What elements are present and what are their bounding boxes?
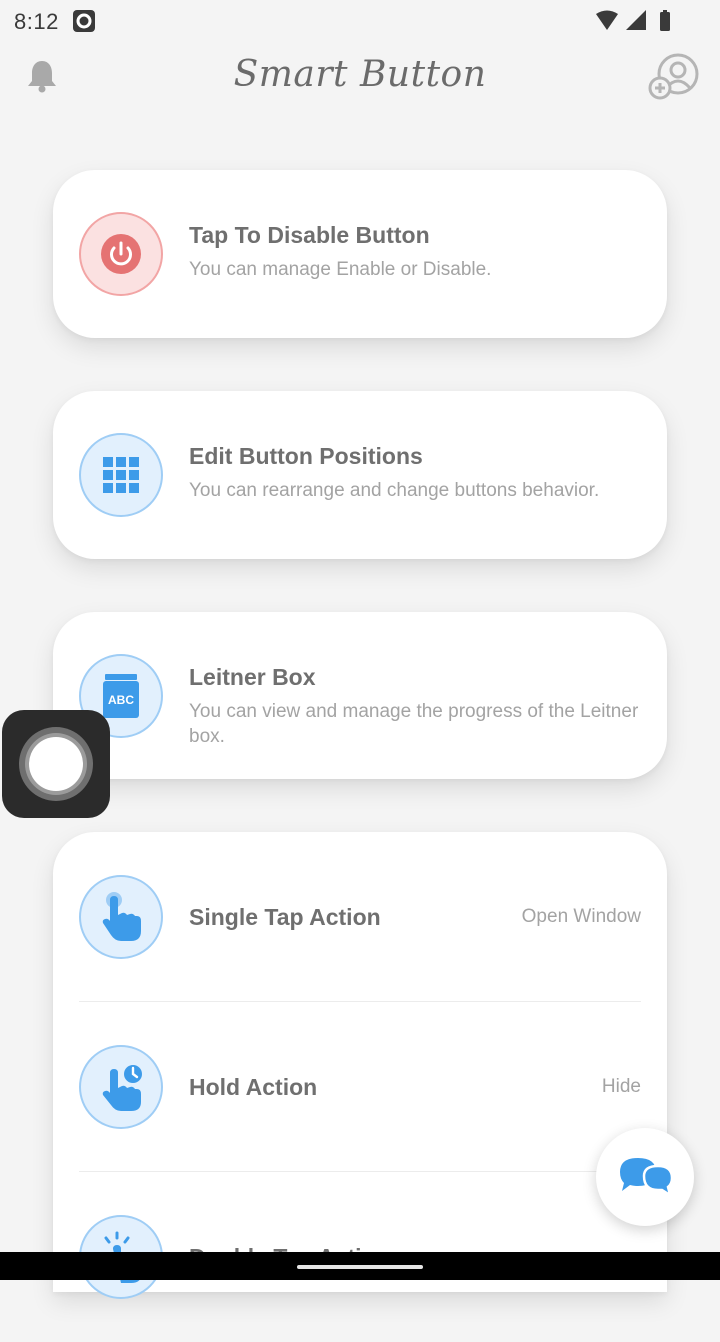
action-value: Hide (601, 1076, 641, 1097)
tap-hand-icon-badge (79, 875, 163, 959)
power-icon (101, 234, 141, 274)
card-title: Tap To Disable Button (189, 222, 430, 248)
edit-positions-card[interactable]: Edit Button Positions You can rearrange … (53, 391, 667, 559)
add-user-icon[interactable] (648, 52, 700, 100)
hold-hand-icon-badge (79, 1045, 163, 1129)
action-title: Single Tap Action (189, 904, 381, 930)
card-title: Leitner Box (189, 664, 316, 690)
action-value: Open Window (521, 906, 641, 927)
app-bar: Smart Button (0, 42, 720, 112)
app-notification-icon (73, 10, 95, 32)
single-tap-action-row[interactable]: Single Tap Action Open Window (53, 832, 667, 1002)
actions-card: Single Tap Action Open Window Hold Actio… (53, 832, 667, 1299)
chat-bubbles-icon (620, 1158, 674, 1198)
hold-action-row[interactable]: Hold Action Hide (53, 1002, 667, 1172)
battery-icon (660, 10, 670, 31)
chat-button[interactable] (596, 1128, 694, 1226)
power-icon-badge (79, 212, 163, 296)
status-indicators (596, 10, 670, 31)
card-description: You can manage Enable or Disable. (189, 259, 492, 280)
status-time: 8:12 (14, 9, 59, 34)
home-gesture-handle[interactable] (297, 1265, 423, 1269)
hold-hand-icon (102, 1063, 144, 1111)
card-description: You can view and manage the progress of … (189, 701, 639, 747)
navigation-bar (0, 1252, 720, 1280)
status-bar: 8:12 (0, 0, 720, 42)
card-title: Edit Button Positions (189, 443, 423, 469)
grid-icon (103, 457, 139, 493)
abc-box-icon: ABC (103, 674, 139, 718)
grid-icon-badge (79, 433, 163, 517)
leitner-box-card[interactable]: ABC Leitner Box You can view and manage … (53, 612, 667, 779)
abc-box-label: ABC (108, 693, 134, 707)
wifi-icon (596, 10, 618, 30)
action-title: Hold Action (189, 1074, 318, 1100)
tap-hand-icon (102, 892, 141, 941)
disable-button-card[interactable]: Tap To Disable Button You can manage Ena… (53, 170, 667, 338)
card-description: You can rearrange and change buttons beh… (189, 480, 600, 501)
floating-button-ring-icon (19, 727, 93, 801)
app-title: Smart Button (233, 54, 487, 95)
floating-smart-button[interactable] (2, 710, 110, 818)
cellular-icon (626, 10, 646, 30)
